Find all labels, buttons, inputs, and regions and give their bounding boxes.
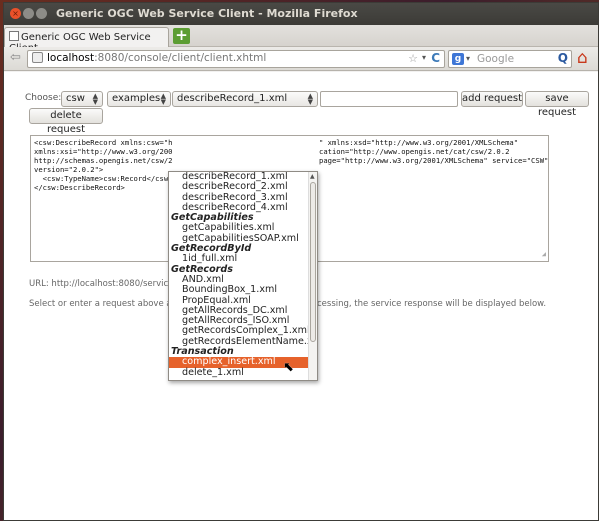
editor-line: page="http://www.w3.org/2001/XMLSchema" …: [319, 156, 549, 165]
search-bar[interactable]: g ▾ Google Q: [448, 50, 572, 68]
close-window-button[interactable]: ×: [10, 8, 21, 19]
mouse-pointer-icon: ⬉: [283, 360, 294, 375]
editor-line: </csw:DescribeRecord>: [34, 183, 125, 192]
editor-line: http://schemas.opengis.net/csw/2: [34, 156, 173, 165]
select-arrows-icon: ▲ ▼: [307, 92, 313, 106]
service-select[interactable]: csw ▲ ▼: [61, 91, 103, 107]
back-icon[interactable]: ⇦: [10, 50, 21, 65]
select-arrows-icon: ▲ ▼: [160, 92, 166, 106]
window-title: Generic OGC Web Service Client - Mozilla…: [56, 7, 358, 20]
editor-line: cation="http://www.opengis.net/cat/csw/2…: [319, 147, 510, 156]
save-request-button[interactable]: save request: [525, 91, 589, 118]
url-host: localhost: [47, 52, 95, 64]
resize-grip-icon[interactable]: ◢: [542, 250, 546, 259]
tab-bar: Generic OGC Web Service Client +: [4, 25, 598, 54]
editor-line: <csw:TypeName>csw:Record</csw:: [34, 174, 173, 183]
bookmark-star-icon[interactable]: ☆: [408, 52, 418, 65]
editor-line: xmlns:xsi="http://www.w3.org/200: [34, 147, 173, 156]
new-tab-button[interactable]: +: [173, 28, 190, 44]
browser-window: × Generic OGC Web Service Client - Mozil…: [3, 2, 599, 521]
page-content: Choose: csw ▲ ▼ examples ▲ ▼ describeRecor…: [4, 72, 598, 520]
url-history-dropdown-icon[interactable]: ▾: [422, 53, 426, 62]
choose-label: Choose:: [25, 93, 62, 103]
reload-icon[interactable]: C: [431, 51, 440, 65]
add-request-button[interactable]: add request: [461, 91, 523, 107]
editor-line: <csw:DescribeRecord xmlns:csw="h: [34, 138, 173, 147]
search-magnifier-icon[interactable]: Q: [558, 51, 568, 65]
scroll-up-icon[interactable]: ▲: [310, 173, 315, 180]
page-favicon-icon: [9, 31, 19, 41]
request-select-value: describeRecord_1.xml: [177, 93, 288, 104]
url-path: :8080/console/client/client.xhtml: [94, 52, 267, 64]
editor-line: version="2.0.2">: [34, 165, 104, 174]
scrollbar-thumb[interactable]: [310, 182, 316, 342]
navigation-bar: ⇦ localhost:8080/console/client/client.x…: [4, 47, 598, 71]
maximize-window-button[interactable]: [36, 8, 47, 19]
request-select[interactable]: describeRecord_1.xml ▲ ▼: [172, 91, 318, 107]
minimize-window-button[interactable]: [23, 8, 34, 19]
category-select[interactable]: examples ▲ ▼: [107, 91, 171, 107]
google-engine-icon[interactable]: g: [452, 53, 464, 65]
request-url-status: URL: http://localhost:8080/servic: [29, 279, 169, 289]
tab-ogc-client[interactable]: Generic OGC Web Service Client: [4, 27, 169, 54]
search-engine-dropdown-icon[interactable]: ▾: [466, 54, 470, 63]
request-url-input[interactable]: [320, 91, 458, 107]
service-select-value: csw: [66, 93, 85, 104]
select-arrows-icon: ▲ ▼: [92, 92, 98, 106]
title-bar: × Generic OGC Web Service Client - Mozil…: [4, 3, 598, 25]
site-identity-icon[interactable]: [32, 52, 43, 63]
dropdown-scrollbar[interactable]: ▲: [308, 172, 317, 380]
home-icon[interactable]: ⌂: [577, 48, 588, 68]
url-bar[interactable]: localhost:8080/console/client/client.xht…: [27, 50, 445, 68]
help-text: Select or enter a request above a: [29, 299, 172, 309]
category-select-value: examples: [112, 93, 161, 104]
help-text-continued: cessing, the service response will be di…: [317, 299, 547, 309]
search-input[interactable]: Google: [477, 53, 514, 65]
delete-request-button[interactable]: delete request: [29, 108, 103, 135]
editor-line: " xmlns:xsd="http://www.w3.org/2001/XMLS…: [319, 138, 519, 147]
dropdown-option[interactable]: delete_1.xml: [169, 367, 317, 378]
request-dropdown-list[interactable]: describeRecord_1.xml describeRecord_2.xml…: [168, 171, 318, 381]
